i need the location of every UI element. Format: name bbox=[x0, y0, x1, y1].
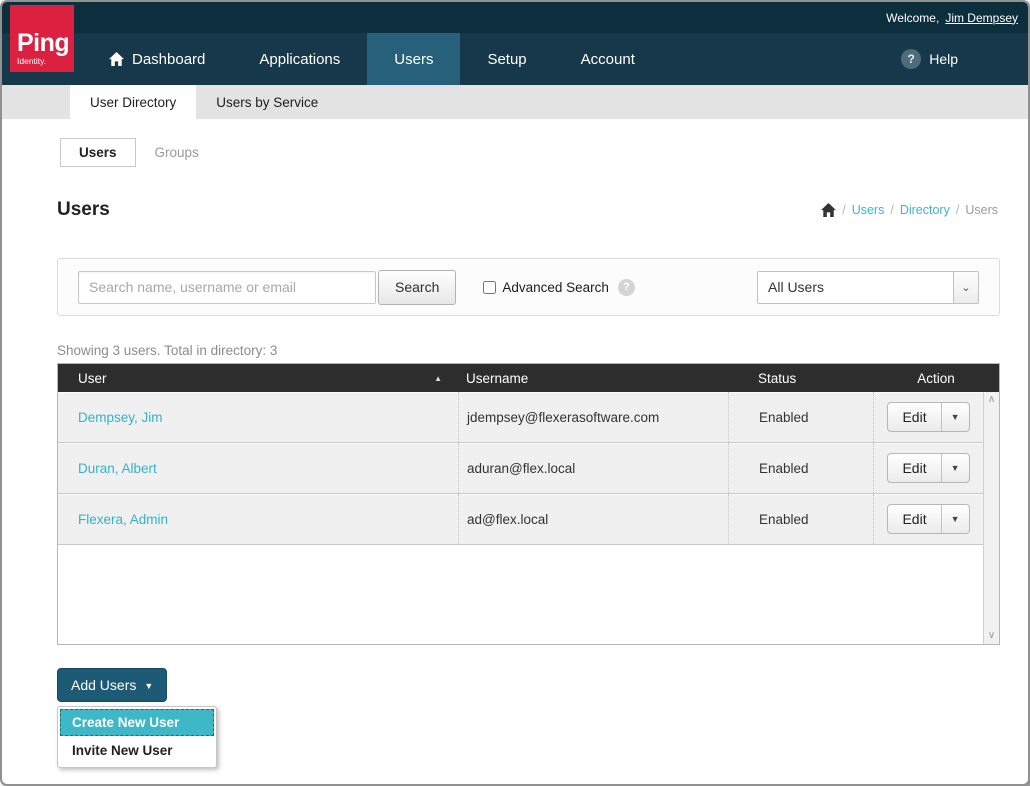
table-scrollbar[interactable]: ∧ ∨ bbox=[983, 392, 999, 644]
status-cell: Enabled bbox=[759, 461, 809, 476]
table-row: Duran, Albert aduran@flex.local Enabled … bbox=[58, 443, 983, 494]
user-filter-select[interactable]: All Users ⌄ bbox=[757, 271, 979, 304]
advanced-search-help-icon[interactable]: ? bbox=[618, 279, 635, 296]
main-nav: Dashboard Applications Users Setup Accou… bbox=[2, 33, 1028, 85]
section-tab-bar: User Directory Users by Service bbox=[2, 85, 1028, 119]
subtab-users[interactable]: Users bbox=[60, 138, 136, 167]
filter-selected-value: All Users bbox=[758, 279, 953, 295]
status-cell: Enabled bbox=[759, 512, 809, 527]
edit-split-button: Edit ▼ bbox=[887, 453, 969, 483]
logo-text: Ping bbox=[17, 31, 74, 56]
add-users-button[interactable]: Add Users ▼ bbox=[57, 668, 167, 702]
nav-item-label: Account bbox=[581, 51, 635, 68]
scroll-down-icon[interactable]: ∨ bbox=[988, 631, 995, 641]
caret-down-icon: ▼ bbox=[144, 681, 153, 691]
table-row: Flexera, Admin ad@flex.local Enabled Edi… bbox=[58, 494, 983, 545]
edit-button[interactable]: Edit bbox=[888, 403, 940, 431]
column-header-user[interactable]: User ▲ bbox=[58, 371, 458, 386]
username-cell: aduran@flex.local bbox=[467, 461, 575, 476]
nav-item-account[interactable]: Account bbox=[554, 33, 662, 85]
sort-asc-icon[interactable]: ▲ bbox=[434, 374, 458, 383]
menu-item-invite-new-user[interactable]: Invite New User bbox=[60, 736, 214, 765]
nav-item-setup[interactable]: Setup bbox=[460, 33, 553, 85]
subtab-groups[interactable]: Groups bbox=[136, 138, 218, 167]
current-user-link[interactable]: Jim Dempsey bbox=[945, 11, 1018, 25]
search-panel: Search Advanced Search ? All Users ⌄ bbox=[57, 258, 1000, 316]
nav-item-label: Dashboard bbox=[132, 51, 205, 68]
nav-item-dashboard[interactable]: Dashboard bbox=[82, 33, 232, 85]
tab-label: User Directory bbox=[90, 95, 176, 110]
advanced-search-checkbox[interactable] bbox=[483, 281, 496, 294]
results-summary: Showing 3 users. Total in directory: 3 bbox=[57, 343, 973, 358]
nav-item-applications[interactable]: Applications bbox=[232, 33, 367, 85]
tab-user-directory[interactable]: User Directory bbox=[70, 85, 196, 119]
menu-item-create-new-user[interactable]: Create New User bbox=[60, 709, 214, 736]
breadcrumb-home-icon[interactable] bbox=[821, 203, 836, 217]
help-label: Help bbox=[929, 51, 958, 67]
edit-caret-icon[interactable]: ▼ bbox=[941, 403, 969, 431]
help-icon: ? bbox=[901, 49, 921, 69]
user-name-link[interactable]: Dempsey, Jim bbox=[78, 410, 163, 425]
edit-caret-icon[interactable]: ▼ bbox=[941, 454, 969, 482]
top-strip: Welcome, Jim Dempsey bbox=[2, 2, 1028, 33]
logo-subtext: Identity. bbox=[17, 57, 74, 66]
column-header-action: Action bbox=[873, 371, 999, 386]
add-users-label: Add Users bbox=[71, 677, 136, 693]
user-name-link[interactable]: Flexera, Admin bbox=[78, 512, 168, 527]
table-body: Dempsey, Jim jdempsey@flexerasoftware.co… bbox=[58, 392, 999, 644]
table-header: User ▲ Username Status Action bbox=[58, 364, 999, 392]
column-header-status[interactable]: Status bbox=[728, 371, 873, 386]
tab-users-by-service[interactable]: Users by Service bbox=[196, 85, 338, 119]
edit-button[interactable]: Edit bbox=[888, 505, 940, 533]
breadcrumb-current: Users bbox=[965, 203, 998, 217]
breadcrumb-separator: / bbox=[890, 203, 893, 217]
status-cell: Enabled bbox=[759, 410, 809, 425]
column-header-username[interactable]: Username bbox=[458, 371, 728, 386]
breadcrumb: / Users / Directory / Users bbox=[821, 203, 998, 217]
scroll-up-icon[interactable]: ∧ bbox=[988, 395, 995, 405]
welcome-label: Welcome, bbox=[886, 11, 939, 25]
nav-item-label: Users bbox=[394, 51, 433, 68]
users-table: User ▲ Username Status Action Dempsey, J… bbox=[57, 363, 1000, 645]
column-label: User bbox=[78, 371, 107, 386]
edit-split-button: Edit ▼ bbox=[887, 402, 969, 432]
edit-caret-icon[interactable]: ▼ bbox=[941, 505, 969, 533]
advanced-search-label[interactable]: Advanced Search bbox=[502, 280, 609, 295]
add-users-menu: Create New User Invite New User bbox=[57, 706, 217, 768]
help-button[interactable]: ? Help bbox=[901, 33, 958, 85]
edit-split-button: Edit ▼ bbox=[887, 504, 969, 534]
breadcrumb-link-users[interactable]: Users bbox=[852, 203, 885, 217]
nav-item-users[interactable]: Users bbox=[367, 33, 460, 85]
search-button[interactable]: Search bbox=[378, 270, 456, 305]
sub-tab-bar: Users Groups bbox=[60, 138, 1028, 167]
chevron-down-icon: ⌄ bbox=[953, 272, 978, 303]
username-cell: ad@flex.local bbox=[467, 512, 548, 527]
search-input[interactable] bbox=[78, 271, 376, 304]
nav-item-label: Setup bbox=[487, 51, 526, 68]
ping-identity-logo[interactable]: Ping Identity. bbox=[10, 5, 74, 72]
breadcrumb-separator: / bbox=[956, 203, 959, 217]
tab-label: Users by Service bbox=[216, 95, 318, 110]
nav-item-label: Applications bbox=[259, 51, 340, 68]
page-title: Users bbox=[57, 199, 110, 221]
edit-button[interactable]: Edit bbox=[888, 454, 940, 482]
username-cell: jdempsey@flexerasoftware.com bbox=[467, 410, 659, 425]
home-icon bbox=[109, 52, 124, 66]
breadcrumb-separator: / bbox=[842, 203, 845, 217]
breadcrumb-link-directory[interactable]: Directory bbox=[900, 203, 950, 217]
app-window: Welcome, Jim Dempsey Dashboard Applicati… bbox=[0, 0, 1030, 786]
table-row: Dempsey, Jim jdempsey@flexerasoftware.co… bbox=[58, 392, 983, 443]
user-name-link[interactable]: Duran, Albert bbox=[78, 461, 157, 476]
